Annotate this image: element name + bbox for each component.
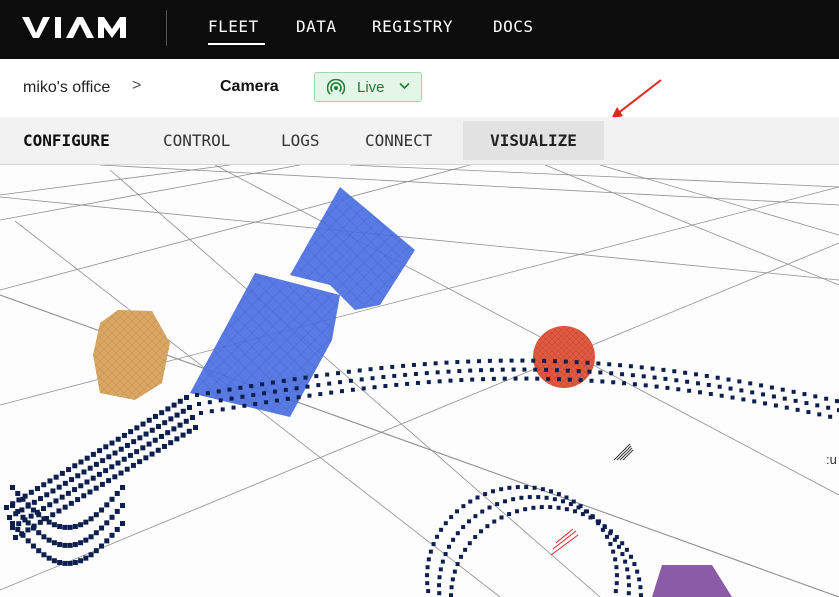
viam-logo[interactable]	[22, 15, 126, 39]
live-status-dropdown[interactable]: Live	[314, 72, 422, 102]
nav-fleet[interactable]: FLEET	[208, 17, 259, 36]
tab-configure[interactable]: CONFIGURE	[23, 117, 110, 164]
nav-docs[interactable]: DOCS	[493, 17, 534, 36]
robot-tabs: CONFIGURE CONTROL LOGS CONNECT VISUALIZE	[0, 117, 839, 165]
nav-divider	[166, 10, 167, 46]
chevron-down-icon	[399, 82, 410, 90]
top-navigation-bar: FLEET DATA REGISTRY DOCS	[0, 0, 839, 59]
visualization-canvas[interactable]: :u	[0, 165, 839, 597]
red-frame-marker	[550, 528, 579, 556]
breadcrumb: miko's office > Camera Live	[0, 59, 839, 119]
tab-connect[interactable]: CONNECT	[365, 117, 432, 164]
nav-registry[interactable]: REGISTRY	[372, 17, 453, 36]
tan-mesh-object	[93, 310, 170, 400]
breadcrumb-location[interactable]: miko's office	[23, 79, 110, 97]
blue-mesh-object	[190, 187, 415, 417]
scene-3d	[0, 165, 839, 597]
tab-control[interactable]: CONTROL	[163, 117, 230, 164]
nav-data[interactable]: DATA	[296, 17, 337, 36]
broadcast-icon	[327, 79, 345, 95]
chevron-right-icon: >	[132, 77, 142, 94]
scene-edge-label: :u	[826, 452, 837, 467]
tab-logs[interactable]: LOGS	[281, 117, 320, 164]
robot-name: Camera	[220, 78, 279, 95]
purple-box-object	[652, 565, 732, 597]
nav-active-indicator	[208, 43, 265, 45]
live-status-label: Live	[357, 79, 385, 96]
axis-marker	[613, 443, 634, 461]
red-sphere-object	[533, 326, 595, 388]
tab-visualize[interactable]: VISUALIZE	[463, 121, 604, 160]
